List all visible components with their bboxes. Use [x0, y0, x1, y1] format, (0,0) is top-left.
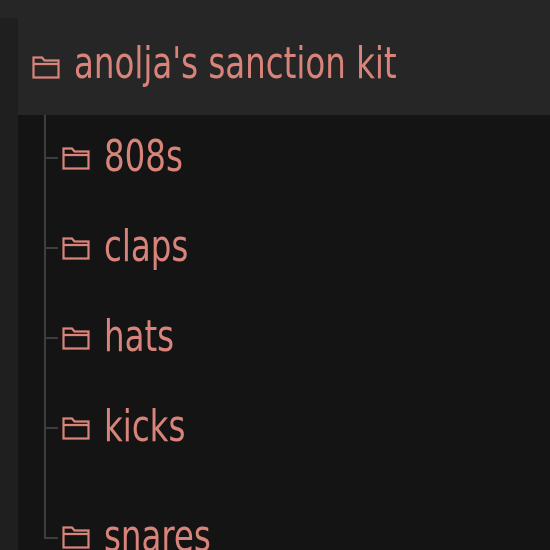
tree-item-kicks[interactable]: kicks	[18, 385, 550, 475]
tree-branch-line	[44, 157, 58, 159]
folder-icon	[32, 55, 60, 79]
tree-item-claps[interactable]: claps	[18, 205, 550, 295]
top-bar	[0, 0, 550, 18]
tree-item-label: snares	[104, 511, 211, 550]
tree-item-label: 808s	[104, 131, 183, 182]
tree-item-hats[interactable]: hats	[18, 295, 550, 385]
tree-branch-line	[44, 247, 58, 249]
tree-item-label: claps	[104, 221, 189, 272]
folder-icon	[62, 525, 90, 549]
file-browser-window: anolja's sanction kit 808s claps hats ki…	[0, 0, 550, 550]
tree-root-folder[interactable]: anolja's sanction kit	[18, 18, 550, 115]
tree-branch-line	[44, 537, 58, 539]
tree-item-808s[interactable]: 808s	[18, 115, 550, 205]
tree-item-label: hats	[104, 311, 175, 362]
folder-tree: anolja's sanction kit 808s claps hats ki…	[18, 18, 550, 550]
folder-icon	[62, 326, 90, 350]
tree-item-label: kicks	[104, 401, 186, 452]
left-gutter	[0, 18, 18, 550]
folder-icon	[62, 416, 90, 440]
tree-root-label: anolja's sanction kit	[74, 38, 397, 89]
tree-item-snares[interactable]: snares	[18, 475, 550, 550]
folder-icon	[62, 146, 90, 170]
tree-branch-line	[44, 337, 58, 339]
tree-branch-line	[44, 427, 58, 429]
folder-icon	[62, 236, 90, 260]
